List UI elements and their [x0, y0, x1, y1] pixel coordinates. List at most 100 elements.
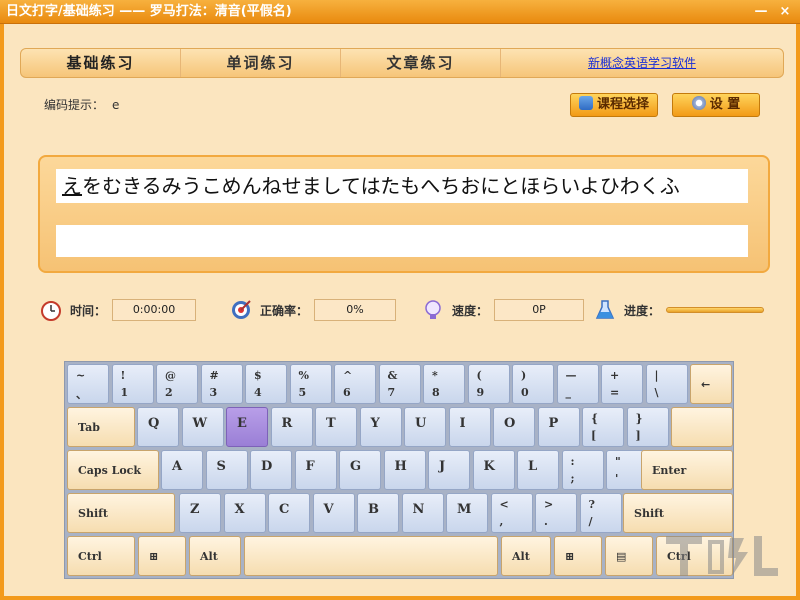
close-button[interactable]: × — [774, 2, 796, 22]
enter-key-top[interactable] — [671, 407, 733, 447]
key-m[interactable]: M — [446, 493, 488, 533]
key-i[interactable]: I — [448, 407, 491, 447]
key-row1-10[interactable]: ) 0 — [512, 364, 554, 404]
space-key[interactable] — [244, 536, 498, 576]
left-shift-key[interactable]: Shift — [67, 493, 175, 533]
key-w[interactable]: W — [181, 407, 224, 447]
left-ctrl-key[interactable]: Ctrl — [67, 536, 135, 576]
key-letter: V — [323, 502, 334, 517]
tab-basic-practice[interactable]: 基础练习 — [21, 49, 181, 77]
key-sym-1[interactable]: >. — [535, 493, 577, 533]
key-a[interactable]: A — [161, 450, 203, 490]
backspace-key[interactable]: ← — [690, 364, 732, 404]
key-punct-0[interactable]: :; — [561, 450, 604, 490]
key-row1-9[interactable]: (9 — [467, 364, 510, 404]
key-sym-0[interactable]: <, — [490, 493, 533, 533]
keyboard: ~、! 1 @2 #3 $4% 5 ^ 6 & 7 * 8(9) 0— _ + = | \ ← Tab Q W E R T Y U I… — [64, 361, 734, 579]
promo-link[interactable]: 新概念英语学习软件 — [501, 49, 783, 77]
key-shift-label: | — [654, 369, 659, 382]
key-c[interactable]: C — [268, 493, 310, 533]
tab-key[interactable]: Tab — [67, 407, 135, 447]
enter-key[interactable]: Enter — [641, 450, 733, 490]
settings-icon — [691, 96, 706, 110]
key-row1-13[interactable]: | \ — [645, 364, 688, 404]
key-bracket-0[interactable]: {[ — [582, 407, 624, 447]
key-shift-label: $ — [254, 369, 262, 382]
menu-key[interactable]: ▤ — [605, 536, 653, 576]
key-e[interactable]: E — [226, 407, 268, 447]
key-j[interactable]: J — [428, 450, 470, 490]
time-value: 0:00:00 — [112, 299, 197, 321]
alt-label: Alt — [512, 550, 530, 563]
speed-label: 速度： — [452, 303, 489, 318]
left-alt-key[interactable]: Alt — [189, 536, 241, 576]
key-row1-6[interactable]: ^ 6 — [334, 364, 376, 404]
key-row1-2[interactable]: @2 — [156, 364, 198, 404]
key-base-label: = — [610, 386, 620, 399]
typing-input[interactable] — [56, 225, 748, 257]
key-base-label: . — [544, 515, 548, 528]
key-b[interactable]: B — [357, 493, 399, 533]
key-row1-7[interactable]: & 7 — [378, 364, 421, 404]
key-row1-11[interactable]: — _ — [556, 364, 599, 404]
key-u[interactable]: U — [404, 407, 446, 447]
tab-article-practice[interactable]: 文章练习 — [341, 49, 501, 77]
key-shift-label: # — [209, 369, 219, 382]
caps-lock-key[interactable]: Caps Lock — [67, 450, 159, 490]
watermark-logo — [666, 536, 778, 576]
key-x[interactable]: X — [223, 493, 266, 533]
key-shift-label: " — [615, 455, 621, 468]
key-base-label: 2 — [165, 386, 173, 399]
key-row1-0[interactable]: ~、 — [67, 364, 109, 404]
key-row1-3[interactable]: #3 — [200, 364, 243, 404]
clock-icon — [41, 301, 61, 321]
client-area: 基础练习 单词练习 文章练习 新概念英语学习软件 编码提示： e 课程选择 设 置… — [0, 24, 800, 600]
key-letter: C — [279, 502, 290, 517]
key-row1-1[interactable]: ! 1 — [111, 364, 154, 404]
key-n[interactable]: N — [401, 493, 444, 533]
key-bracket-1[interactable]: }] — [626, 407, 669, 447]
key-row1-8[interactable]: * 8 — [423, 364, 465, 404]
right-alt-key[interactable]: Alt — [501, 536, 551, 576]
key-f[interactable]: F — [294, 450, 337, 490]
key-shift-label: ( — [476, 369, 482, 382]
key-shift-label: @ — [165, 369, 176, 382]
key-o[interactable]: O — [493, 407, 535, 447]
minimize-button[interactable]: — — [750, 2, 772, 22]
key-shift-label: { — [591, 412, 599, 425]
caps-lock-label: Caps Lock — [78, 464, 141, 477]
key-letter: B — [368, 502, 379, 517]
key-q[interactable]: Q — [137, 407, 179, 447]
key-h[interactable]: H — [383, 450, 426, 490]
key-row1-4[interactable]: $4 — [245, 364, 287, 404]
settings-button[interactable]: 设 置 — [672, 93, 760, 117]
key-p[interactable]: P — [537, 407, 580, 447]
key-d[interactable]: D — [250, 450, 292, 490]
right-windows-key[interactable]: ⊞ — [554, 536, 602, 576]
key-t[interactable]: T — [315, 407, 357, 447]
key-letter: D — [261, 459, 273, 474]
key-row1-12[interactable]: + = — [601, 364, 643, 404]
key-y[interactable]: Y — [359, 407, 402, 447]
left-windows-key[interactable]: ⊞ — [138, 536, 186, 576]
key-shift-label: & — [387, 369, 398, 382]
key-r[interactable]: R — [270, 407, 313, 447]
key-l[interactable]: L — [517, 450, 559, 490]
course-select-button[interactable]: 课程选择 — [570, 93, 658, 117]
key-s[interactable]: S — [205, 450, 248, 490]
key-v[interactable]: V — [312, 493, 355, 533]
key-base-label: , — [499, 515, 504, 528]
tab-word-practice[interactable]: 单词练习 — [181, 49, 341, 77]
key-shift-label: } — [635, 412, 643, 425]
enter-label: Enter — [652, 464, 687, 477]
accuracy-label: 正确率： — [260, 303, 309, 318]
right-shift-key[interactable]: Shift — [623, 493, 733, 533]
key-sym-2[interactable]: ? / — [579, 493, 622, 533]
key-shift-label: ~ — [76, 369, 86, 382]
key-g[interactable]: G — [339, 450, 381, 490]
key-shift-label: ? — [588, 498, 595, 511]
key-k[interactable]: K — [472, 450, 515, 490]
key-z[interactable]: Z — [179, 493, 221, 533]
key-row1-5[interactable]: % 5 — [289, 364, 332, 404]
key-letter: E — [237, 416, 247, 431]
